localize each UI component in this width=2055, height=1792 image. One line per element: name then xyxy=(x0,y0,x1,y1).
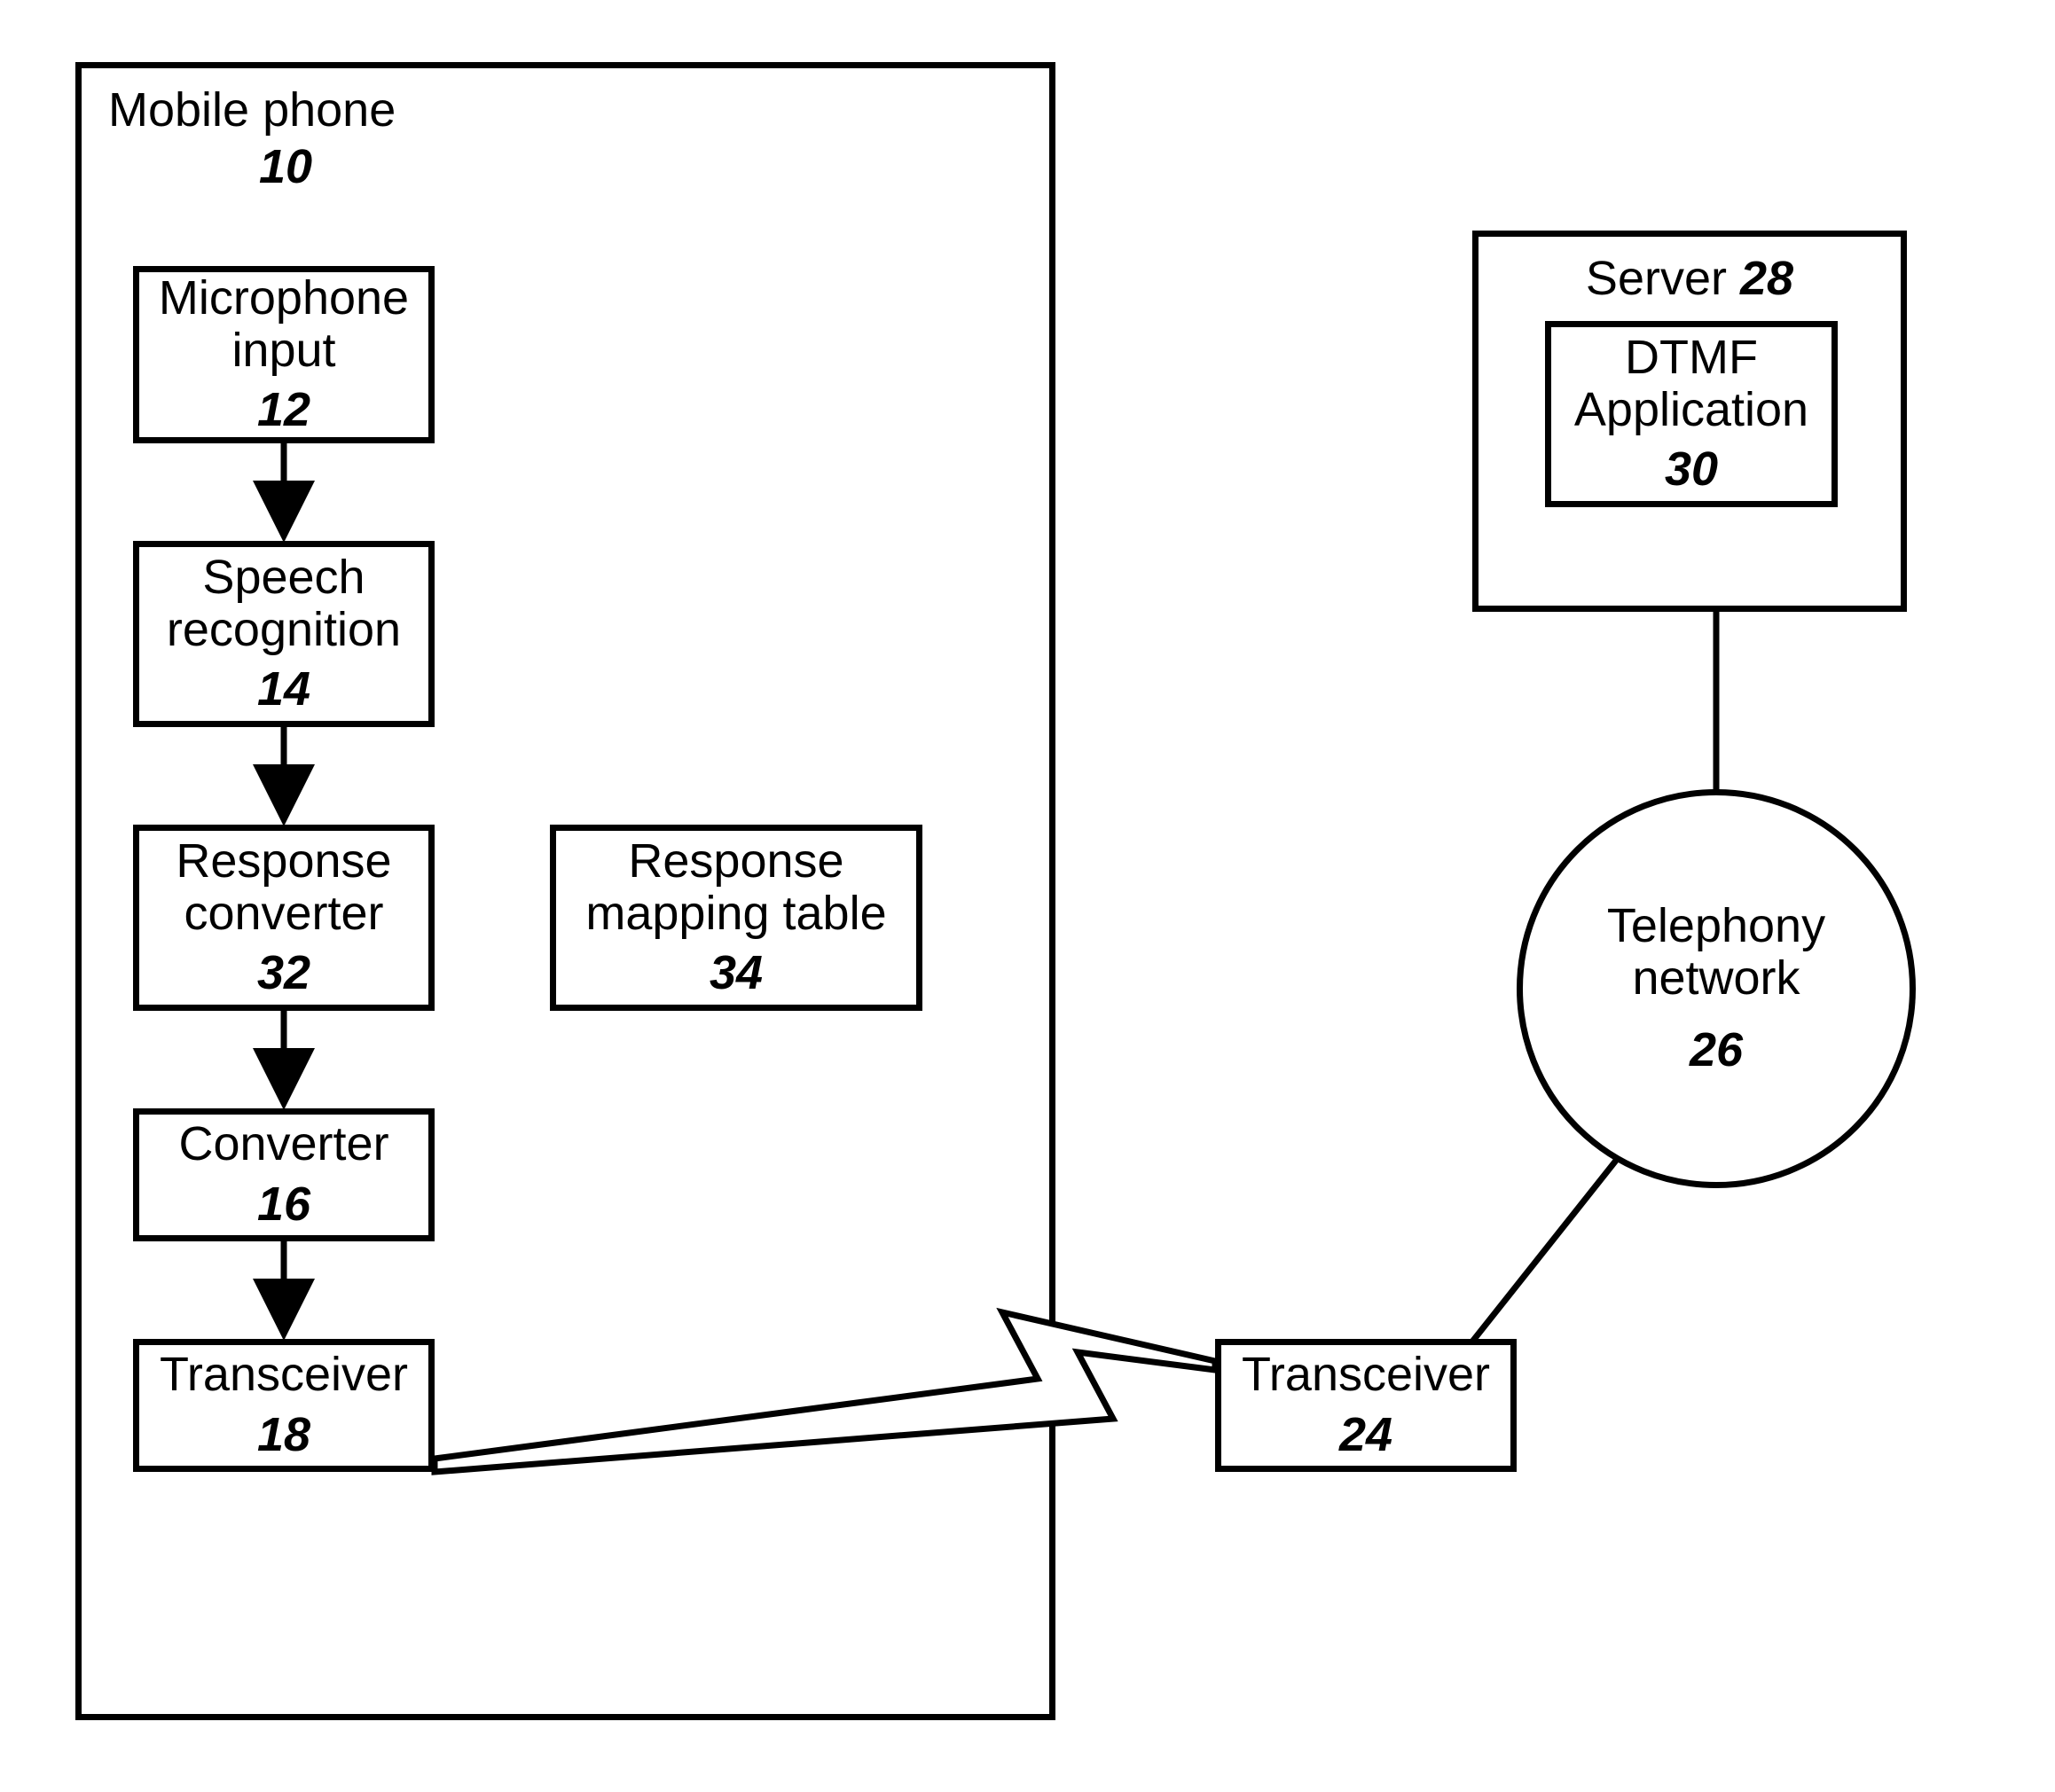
speech-num: 14 xyxy=(257,661,310,716)
telephony-line2: network xyxy=(1632,952,1800,1005)
dtmf-line2: Application xyxy=(1574,384,1808,436)
transceiver18-line1: Transceiver xyxy=(160,1349,408,1401)
respmap-line1: Response xyxy=(628,835,843,888)
telephony-line1: Telephony xyxy=(1607,900,1825,952)
respconv-line2: converter xyxy=(184,888,383,940)
respmap-num: 34 xyxy=(710,945,763,1000)
diagram-canvas: Mobile phone 10 Microphone input 12 Spee… xyxy=(0,0,2055,1792)
speech-recognition-box: Speech recognition 14 xyxy=(133,541,435,727)
respconv-num: 32 xyxy=(257,945,310,1000)
response-converter-box: Response converter 32 xyxy=(133,825,435,1011)
converter-num: 16 xyxy=(257,1177,310,1232)
mobile-phone-title: Mobile phone xyxy=(108,83,396,137)
response-mapping-table-box: Response mapping table 34 xyxy=(550,825,922,1011)
respconv-line1: Response xyxy=(176,835,391,888)
server-num: 28 xyxy=(1740,252,1793,305)
dtmf-application-box: DTMF Application 30 xyxy=(1545,321,1838,507)
server-title: Server xyxy=(1586,252,1740,305)
dtmf-line1: DTMF xyxy=(1625,332,1758,384)
respmap-line2: mapping table xyxy=(585,888,886,940)
dtmf-num: 30 xyxy=(1665,442,1718,497)
telephony-num: 26 xyxy=(1690,1022,1743,1077)
transceiver24-line1: Transceiver xyxy=(1242,1349,1490,1401)
transceiver18-num: 18 xyxy=(257,1407,310,1462)
microphone-line1: Microphone xyxy=(159,272,409,325)
speech-line1: Speech xyxy=(202,552,365,604)
microphone-num: 12 xyxy=(257,382,310,437)
transceiver-24-box: Transceiver 24 xyxy=(1215,1339,1517,1472)
transceiver24-num: 24 xyxy=(1339,1407,1392,1462)
transceiver-18-box: Transceiver 18 xyxy=(133,1339,435,1472)
telephony-network-circle: Telephony network 26 xyxy=(1517,789,1916,1188)
server-box: Server 28 DTMF Application 30 xyxy=(1472,231,1907,612)
converter-box: Converter 16 xyxy=(133,1108,435,1241)
microphone-line2: input xyxy=(231,325,335,377)
microphone-input-box: Microphone input 12 xyxy=(133,266,435,443)
converter-line1: Converter xyxy=(178,1118,388,1170)
mobile-phone-num: 10 xyxy=(259,140,312,193)
speech-line2: recognition xyxy=(167,604,401,656)
